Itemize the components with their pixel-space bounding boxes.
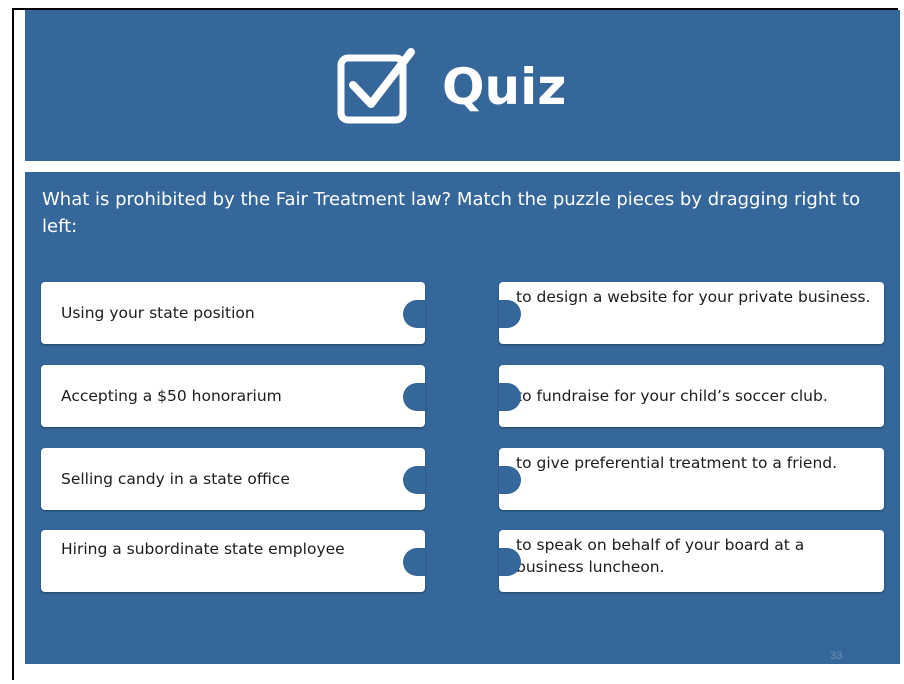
left-puzzle-piece[interactable]: Using your state position	[41, 282, 425, 344]
page-title: Quiz	[442, 58, 567, 116]
slide-number: 33	[830, 650, 843, 662]
right-puzzle-piece[interactable]: to give preferential treatment to a frie…	[499, 448, 884, 510]
left-piece-label: Hiring a subordinate state employee	[61, 540, 345, 558]
left-piece-label: Using your state position	[61, 304, 255, 322]
right-puzzle-piece[interactable]: to fundraise for your child’s soccer clu…	[499, 365, 884, 427]
puzzle-notch	[499, 300, 521, 328]
puzzle-notch	[403, 300, 425, 328]
right-piece-label: to design a website for your private bus…	[516, 288, 871, 306]
left-puzzle-piece[interactable]: Selling candy in a state office	[41, 448, 425, 510]
left-piece-label: Accepting a $50 honorarium	[61, 387, 282, 405]
right-piece-label: to give preferential treatment to a frie…	[516, 454, 838, 472]
puzzle-notch	[403, 548, 425, 576]
right-piece-label: to speak on behalf of your board at a bu…	[516, 536, 805, 576]
left-piece-label: Selling candy in a state office	[61, 470, 290, 488]
checkbox-check-icon	[337, 48, 415, 124]
puzzle-notch	[403, 466, 425, 494]
left-puzzle-piece[interactable]: Hiring a subordinate state employee	[41, 530, 425, 592]
puzzle-notch	[403, 383, 425, 411]
quiz-header: Quiz	[25, 10, 900, 161]
right-piece-label: to fundraise for your child’s soccer clu…	[516, 387, 828, 405]
left-puzzle-piece[interactable]: Accepting a $50 honorarium	[41, 365, 425, 427]
question-text: What is prohibited by the Fair Treatment…	[42, 189, 861, 237]
right-puzzle-piece[interactable]: to speak on behalf of your board at a bu…	[499, 530, 884, 592]
puzzle-notch	[499, 466, 521, 494]
quiz-panel: What is prohibited by the Fair Treatment…	[25, 172, 900, 664]
right-puzzle-piece[interactable]: to design a website for your private bus…	[499, 282, 884, 344]
